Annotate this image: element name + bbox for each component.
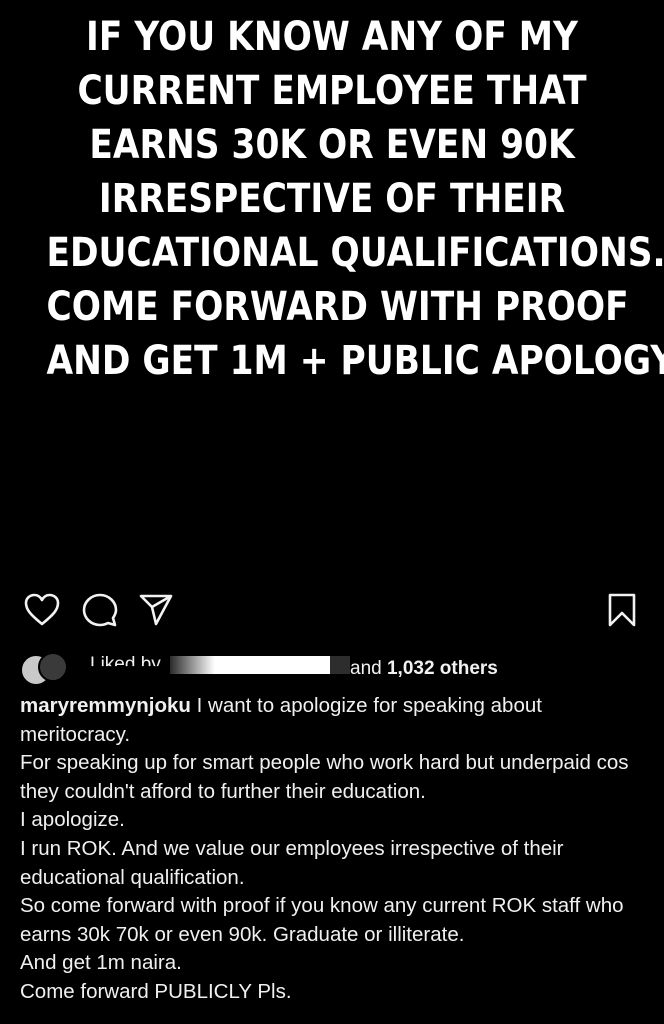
caption-line: For speaking up for smart people who wor… (20, 751, 629, 803)
bookmark-button[interactable] (600, 588, 644, 632)
headline-line: CURRENT EMPLOYEE THAT (77, 68, 587, 114)
caption-line: I run ROK. And we value our employees ir… (20, 836, 564, 889)
caption-line: And get 1m naira. (20, 951, 182, 975)
caption-line: I apologize. (20, 808, 125, 832)
redaction-edge (330, 656, 350, 674)
headline-line: COME FORWARD WITH PROOF (46, 284, 629, 330)
share-icon (139, 594, 173, 626)
likes-count[interactable]: and 1,032 others (350, 658, 498, 680)
share-button[interactable] (134, 588, 178, 632)
post-actions-bar (0, 588, 664, 634)
headline-line: EDUCATIONAL QUALIFICATIONS. (46, 230, 664, 276)
headline-line: IF YOU KNOW ANY OF MY (86, 14, 578, 60)
headline-line: IRRESPECTIVE OF THEIR (98, 176, 566, 222)
post-headline: IF YOU KNOW ANY OF MY CURRENT EMPLOYEE T… (46, 10, 664, 388)
headline-line: EARNS 30K OR EVEN 90K (89, 122, 575, 168)
heart-icon (24, 593, 60, 626)
post-image[interactable]: IF YOU KNOW ANY OF MY CURRENT EMPLOYEE T… (0, 0, 664, 580)
like-button[interactable] (20, 588, 64, 632)
caption-line: Come forward PUBLICLY Pls. (20, 979, 292, 1003)
comment-icon (82, 593, 118, 627)
redacted-username (170, 656, 348, 674)
post-caption: maryremmynjoku I want to apologize for s… (20, 692, 650, 1007)
caption-username[interactable]: maryremmynjoku (20, 694, 191, 717)
avatar (38, 652, 68, 682)
likes-row[interactable]: Liked by and 1,032 others (20, 650, 644, 686)
comment-button[interactable] (78, 588, 122, 632)
liked-by-label: Liked by (90, 654, 161, 675)
liker-avatars (20, 652, 68, 686)
headline-line: AND GET 1M + PUBLIC APOLOGY. (46, 338, 664, 384)
caption-line: So come forward with proof if you know a… (20, 894, 624, 946)
bookmark-icon (608, 593, 636, 627)
